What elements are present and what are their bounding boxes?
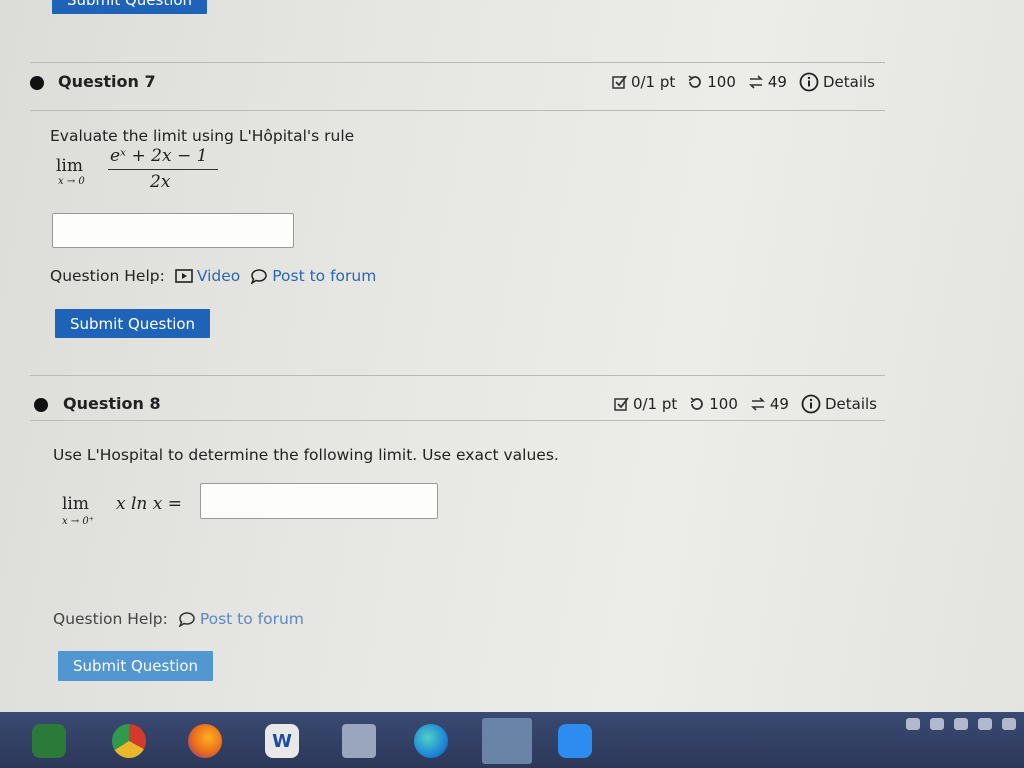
score-text: 0/1 pt <box>632 395 678 413</box>
forum-link[interactable]: Post to forum <box>178 610 304 628</box>
attempts-text: 49 <box>769 395 789 413</box>
details-link[interactable]: Details <box>801 394 877 414</box>
question-7-math: lim x → 0 eˣ + 2x − 1 2x <box>56 146 226 195</box>
divider <box>30 62 885 63</box>
forum-text: Post to forum <box>272 267 377 285</box>
lim-text: lim <box>56 156 83 176</box>
info-icon <box>799 72 819 92</box>
firefox-icon[interactable] <box>188 724 222 758</box>
zoom-icon[interactable] <box>558 724 592 758</box>
retries-item: 100 <box>687 73 736 91</box>
checkbox-icon <box>614 396 629 411</box>
question-7-help: Question Help: Video Post to forum <box>50 267 376 285</box>
question-8-prompt: Use L'Hospital to determine the followin… <box>53 446 559 464</box>
question-7-prompt: Evaluate the limit using L'Hôpital's rul… <box>50 127 355 145</box>
question-7-meta: 0/1 pt 100 49 Details <box>612 72 875 92</box>
score-text: 0/1 pt <box>630 73 676 91</box>
question-bullet <box>34 398 48 412</box>
forum-text: Post to forum <box>199 610 304 628</box>
video-text: Video <box>196 267 241 285</box>
help-label: Question Help: <box>53 610 168 628</box>
system-tray <box>906 718 1016 730</box>
question-7-title: Question 7 <box>58 72 156 91</box>
word-letter: W <box>272 730 292 752</box>
retries-text: 100 <box>709 395 738 413</box>
tray-sync-icon[interactable] <box>930 718 944 730</box>
question-8-meta: 0/1 pt 100 49 Details <box>614 394 877 414</box>
question-8-math: lim x → 0⁺ x ln x = <box>62 494 202 534</box>
word-icon[interactable]: W <box>265 724 299 758</box>
question-7-header: Question 7 0/1 pt 100 49 Details <box>30 64 885 104</box>
photos-icon[interactable] <box>482 718 532 764</box>
info-icon <box>801 394 821 414</box>
checkbox-icon <box>612 74 627 89</box>
help-label: Question Help: <box>50 267 165 285</box>
divider <box>30 110 885 111</box>
comment-icon <box>251 269 268 284</box>
undo-icon <box>688 75 702 88</box>
swap-arrows-icon <box>750 397 765 411</box>
forum-link[interactable]: Post to forum <box>250 267 376 285</box>
numerator: eˣ + 2x − 1 <box>110 146 208 166</box>
edge-icon[interactable] <box>414 724 448 758</box>
top-submit-button[interactable]: Submit Question <box>52 0 208 14</box>
tray-volume-icon[interactable] <box>1002 718 1016 730</box>
swap-arrows-icon <box>748 75 763 89</box>
details-text: Details <box>824 395 877 413</box>
undo-icon <box>690 397 704 410</box>
question-8-help: Question Help: Post to forum <box>53 610 304 628</box>
comment-icon <box>178 612 195 627</box>
tray-network-icon[interactable] <box>906 718 920 730</box>
page: Submit Question Question 7 0/1 pt 100 49… <box>0 0 1024 712</box>
expression: x ln x = <box>116 494 183 514</box>
denominator: 2x <box>150 172 171 192</box>
lim-subscript: x → 0⁺ <box>62 516 95 527</box>
details-text: Details <box>822 73 875 91</box>
tray-battery-icon[interactable] <box>978 718 992 730</box>
chrome-icon[interactable] <box>112 724 146 758</box>
question-8-submit-button[interactable]: Submit Question <box>58 651 214 681</box>
tray-flag-icon[interactable] <box>954 718 968 730</box>
question-8-title: Question 8 <box>63 394 161 413</box>
question-7-answer-input[interactable] <box>52 213 294 248</box>
video-link[interactable]: Video <box>175 267 240 285</box>
attempts-item: 49 <box>750 395 789 413</box>
score-item: 0/1 pt <box>614 395 677 413</box>
lim-text: lim <box>62 494 89 514</box>
fraction-bar <box>108 169 218 170</box>
notes-icon[interactable] <box>342 724 376 758</box>
attempts-item: 49 <box>748 73 787 91</box>
divider <box>30 375 885 376</box>
store-icon[interactable] <box>32 724 66 758</box>
details-link[interactable]: Details <box>799 72 875 92</box>
question-8-answer-input[interactable] <box>200 483 438 519</box>
attempts-text: 49 <box>767 73 787 91</box>
divider <box>30 420 885 421</box>
retries-item: 100 <box>689 395 738 413</box>
retries-text: 100 <box>707 73 736 91</box>
lim-subscript: x → 0 <box>58 176 85 187</box>
video-icon <box>175 269 193 283</box>
question-7-submit-button[interactable]: Submit Question <box>55 309 211 338</box>
score-item: 0/1 pt <box>612 73 675 91</box>
taskbar: W <box>0 712 1024 768</box>
question-bullet <box>30 76 44 90</box>
